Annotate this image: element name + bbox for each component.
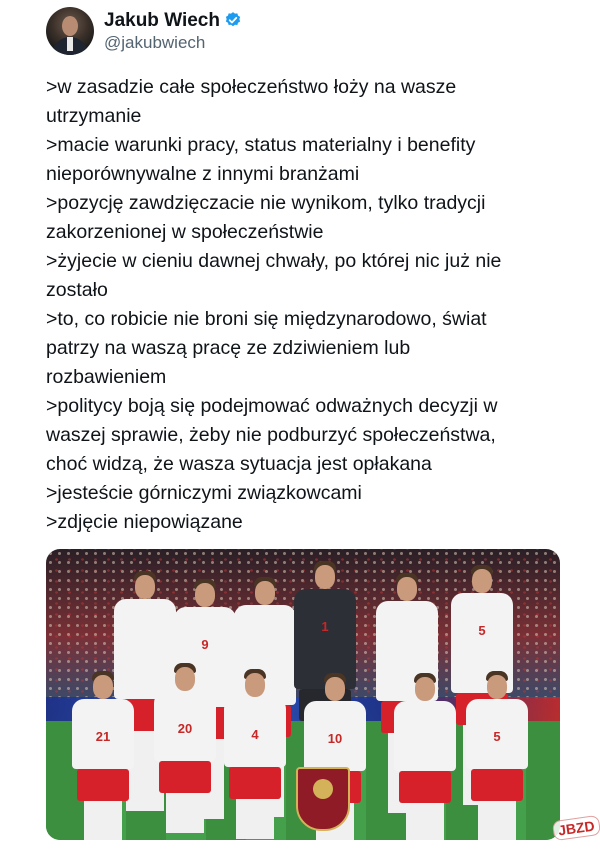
player-figure: 4 bbox=[224, 667, 286, 839]
tweet-line: >pozycję zawdzięczacie nie wynikom, tylk… bbox=[46, 192, 486, 214]
verified-badge-icon bbox=[225, 12, 241, 27]
player-figure: 21 bbox=[72, 669, 134, 840]
tweet-line: choć widzą, że wasza sytuacja jest opłak… bbox=[46, 453, 432, 475]
tweet-line: zakorzenionej w społeczeństwie bbox=[46, 221, 324, 243]
tweet-line: waszej sprawie, żeby nie podburzyć społe… bbox=[46, 424, 496, 446]
federation-pennant bbox=[296, 767, 350, 831]
player-figure bbox=[394, 671, 456, 840]
tweet-line: nieporównywalne z innymi branżami bbox=[46, 163, 360, 185]
tweet-line: >politycy boją się podejmować odważnych … bbox=[46, 395, 498, 417]
tweet-line: >zdjęcie niepowiązane bbox=[46, 511, 243, 533]
tweet-line: utrzymanie bbox=[46, 105, 142, 127]
tweet-line: patrzy na waszą pracę ze zdziwieniem lub bbox=[46, 337, 411, 359]
tweet-line: rozbawieniem bbox=[46, 366, 167, 388]
tweet-line: >w zasadzie całe społeczeństwo łoży na w… bbox=[46, 76, 457, 98]
player-figure: 5 bbox=[466, 669, 528, 840]
tweet-line: >jesteście górniczymi związkowcami bbox=[46, 482, 362, 504]
tweet-line: >żyjecie w cieniu dawnej chwały, po któr… bbox=[46, 250, 502, 272]
tweet-line: zostało bbox=[46, 279, 108, 301]
tweet-header: Jakub Wiech @jakubwiech bbox=[46, 7, 242, 55]
player-figure: 20 bbox=[154, 661, 216, 833]
tweet-line: >macie warunki pracy, status materialny … bbox=[46, 134, 476, 156]
author-names: Jakub Wiech @jakubwiech bbox=[104, 9, 242, 54]
author-display-name[interactable]: Jakub Wiech bbox=[104, 9, 220, 32]
team-photo[interactable]: 9 1 5 21 20 4 10 5 bbox=[46, 549, 560, 840]
tweet-text: >w zasadzie całe społeczeństwo łoży na w… bbox=[46, 73, 566, 537]
tweet-line: >to, co robicie nie broni się międzynaro… bbox=[46, 308, 487, 330]
author-handle[interactable]: @jakubwiech bbox=[104, 32, 242, 54]
avatar[interactable] bbox=[46, 7, 94, 55]
